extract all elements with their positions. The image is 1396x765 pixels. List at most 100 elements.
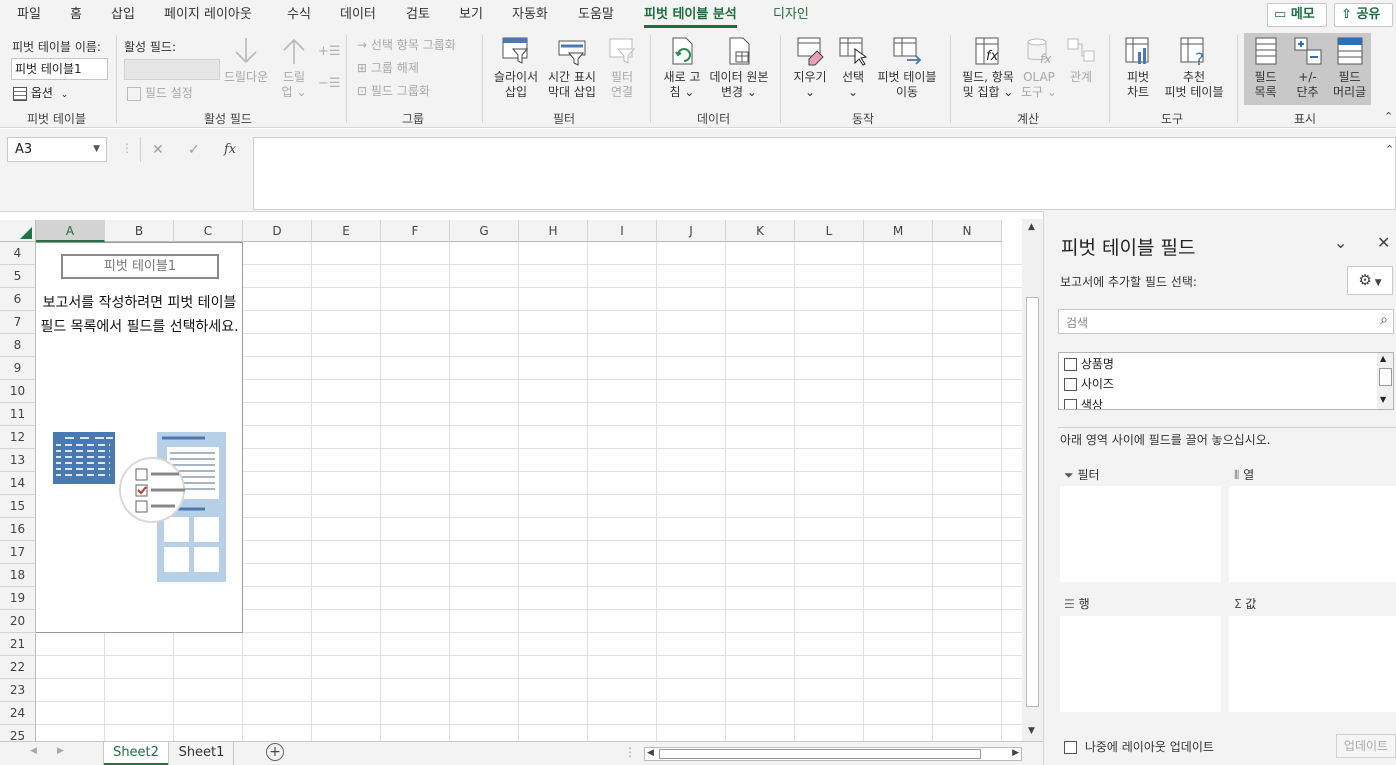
tab-review[interactable]: 검토	[406, 0, 430, 30]
row-header[interactable]: 8	[0, 334, 36, 357]
row-header[interactable]: 23	[0, 679, 36, 702]
field-item-color[interactable]: 색상	[1064, 396, 1103, 409]
vertical-scrollbar[interactable]: ▲ ▼	[1022, 219, 1043, 741]
tab-file[interactable]: 파일	[17, 0, 41, 30]
tab-pivottable-analyze[interactable]: 피벗 테이블 분석	[644, 0, 737, 30]
row-header[interactable]: 5	[0, 265, 36, 288]
tab-data[interactable]: 데이터	[340, 0, 376, 30]
row-header[interactable]: 13	[0, 449, 36, 472]
row-header[interactable]: 15	[0, 495, 36, 518]
collapse-formula-icon[interactable]: ⌃	[1385, 143, 1394, 156]
defer-update-option[interactable]: 나중에 레이아웃 업데이트	[1064, 738, 1214, 755]
column-header[interactable]: C	[174, 220, 243, 242]
select-all-corner[interactable]	[0, 220, 36, 242]
name-box[interactable]: A3 ▼	[7, 137, 107, 162]
options-button[interactable]: 옵션 ⌄	[13, 84, 68, 102]
row-header[interactable]: 11	[0, 403, 36, 426]
field-list[interactable]: 상품명 사이즈 색상 ▲ ▼	[1058, 352, 1394, 410]
field-list-scrollbar[interactable]: ▲ ▼	[1377, 353, 1393, 409]
row-header[interactable]: 19	[0, 587, 36, 610]
column-header[interactable]: F	[381, 220, 450, 242]
field-search-input[interactable]: 검색 ⌕	[1058, 309, 1394, 334]
column-header[interactable]: D	[243, 220, 312, 242]
tab-home[interactable]: 홈	[70, 0, 82, 30]
next-sheet-icon[interactable]: ▶	[57, 746, 64, 756]
tab-view[interactable]: 보기	[459, 0, 483, 30]
insert-function-icon[interactable]: fx	[224, 142, 236, 157]
insert-timeline-button[interactable]: 시간 표시 막대 삽입	[544, 35, 600, 100]
refresh-button[interactable]: 새로 고 침 ⌄	[659, 35, 705, 100]
column-header[interactable]: M	[864, 220, 933, 242]
field-checkbox[interactable]	[1064, 378, 1077, 391]
field-item-product[interactable]: 상품명	[1064, 355, 1114, 372]
field-settings-button[interactable]: 필드 설정	[127, 84, 193, 101]
collapse-field-icon[interactable]: −☰	[318, 76, 341, 91]
column-header[interactable]: H	[519, 220, 588, 242]
filter-connections-button[interactable]: 필터 연결	[604, 35, 640, 100]
vertical-scroll-thumb[interactable]	[1026, 297, 1039, 707]
field-checkbox[interactable]	[1064, 358, 1077, 371]
insert-slicer-button[interactable]: 슬라이서 삽입	[490, 35, 542, 100]
scroll-up-icon[interactable]: ▲	[1380, 354, 1386, 363]
collapse-ribbon-icon[interactable]: ⌃	[1384, 110, 1393, 123]
column-header[interactable]: E	[312, 220, 381, 242]
row-header[interactable]: 6	[0, 288, 36, 311]
column-header[interactable]: L	[795, 220, 864, 242]
tab-formulas[interactable]: 수식	[287, 0, 311, 30]
row-header[interactable]: 24	[0, 702, 36, 725]
cancel-icon[interactable]: ✕	[152, 142, 164, 158]
add-sheet-icon[interactable]: +	[266, 743, 284, 761]
filter-drop-zone[interactable]	[1060, 486, 1221, 582]
tab-help[interactable]: 도움말	[578, 0, 614, 30]
horizontal-scroll-thumb[interactable]	[659, 749, 981, 759]
row-header[interactable]: 21	[0, 633, 36, 656]
row-header[interactable]: 17	[0, 541, 36, 564]
active-field-input[interactable]	[124, 59, 220, 80]
rows-drop-zone[interactable]	[1060, 616, 1221, 712]
sheet-tab-sheet1[interactable]: Sheet1	[170, 742, 234, 765]
scroll-down-icon[interactable]: ▼	[1380, 395, 1386, 404]
memo-button[interactable]: ▭ 메모	[1267, 3, 1327, 27]
column-header[interactable]: N	[933, 220, 1002, 242]
group-field-button[interactable]: ⊡ 필드 그룹화	[357, 82, 430, 99]
column-header[interactable]: G	[450, 220, 519, 242]
enter-icon[interactable]: ✓	[188, 142, 200, 158]
columns-drop-zone[interactable]	[1229, 486, 1396, 582]
sheet-tab-sheet2[interactable]: Sheet2	[104, 742, 168, 765]
plus-minus-buttons-toggle[interactable]: +/- 단추	[1287, 35, 1328, 100]
close-icon[interactable]: ✕	[1377, 233, 1390, 252]
tab-insert[interactable]: 삽입	[111, 0, 135, 30]
pivottable-placeholder[interactable]: 피벗 테이블1 보고서를 작성하려면 피벗 테이블 필드 목록에서 필드를 선택…	[36, 242, 243, 633]
row-header[interactable]: 22	[0, 656, 36, 679]
tab-page-layout[interactable]: 페이지 레이아웃	[164, 0, 252, 30]
olap-tools-button[interactable]: fx OLAP 도구 ⌄	[1020, 35, 1058, 100]
field-list-toggle[interactable]: 필드 목록	[1245, 35, 1286, 100]
horizontal-scrollbar[interactable]: ◀ ▶	[644, 747, 1022, 761]
row-header[interactable]: 18	[0, 564, 36, 587]
column-header[interactable]: B	[105, 220, 174, 242]
clear-button[interactable]: 지우기 ⌄	[790, 35, 830, 100]
relationships-button[interactable]: 관계	[1064, 35, 1098, 85]
worksheet-grid[interactable]: ABCDEFGHIJKLMN 4 5 6 7 8 9 10 11 12 13 14 15 16 17 18 1…	[0, 211, 1043, 741]
ungroup-button[interactable]: ⊞ 그룹 해제	[357, 59, 419, 76]
change-data-source-button[interactable]: 데이터 원본 변경 ⌄	[706, 35, 772, 100]
row-header[interactable]: 12	[0, 426, 36, 449]
share-button[interactable]: ⇧ 공유	[1334, 3, 1393, 27]
tab-splitter-icon[interactable]: ⋮	[624, 745, 636, 759]
recommended-pivottables-button[interactable]: ? 추천 피벗 테이블	[1160, 35, 1228, 100]
row-header[interactable]: 9	[0, 357, 36, 380]
field-checkbox[interactable]	[1064, 399, 1077, 409]
scroll-up-icon[interactable]: ▲	[1028, 222, 1035, 232]
prev-sheet-icon[interactable]: ◀	[30, 746, 37, 756]
row-header[interactable]: 16	[0, 518, 36, 541]
tab-design[interactable]: 디자인	[773, 0, 809, 30]
scroll-left-icon[interactable]: ◀	[647, 748, 654, 758]
scroll-down-icon[interactable]: ▼	[1028, 726, 1035, 736]
field-list-scroll-thumb[interactable]	[1379, 368, 1392, 386]
tab-automate[interactable]: 자동화	[512, 0, 548, 30]
pivot-name-input[interactable]: 피벗 테이블1	[11, 58, 108, 80]
defer-update-checkbox[interactable]	[1064, 741, 1077, 754]
row-header[interactable]: 4	[0, 242, 36, 265]
select-button[interactable]: 선택 ⌄	[835, 35, 871, 100]
column-header[interactable]: A	[36, 220, 105, 242]
